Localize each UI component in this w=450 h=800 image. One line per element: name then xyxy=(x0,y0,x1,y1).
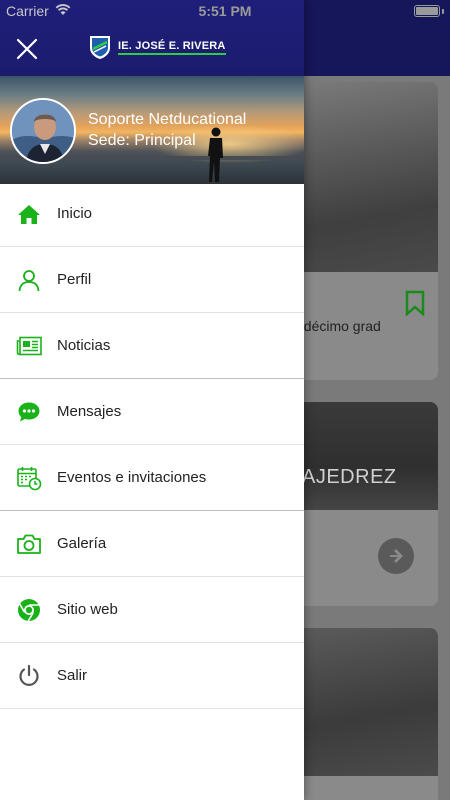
profile-name: Soporte Netducational xyxy=(88,111,247,128)
calendar-clock-icon xyxy=(16,465,42,491)
status-time: 5:51 PM xyxy=(198,3,252,19)
home-icon xyxy=(16,201,42,227)
menu-item-eventos[interactable]: Eventos e invitaciones xyxy=(0,445,304,511)
camera-icon xyxy=(16,531,42,557)
user-icon xyxy=(16,267,42,293)
menu-item-inicio[interactable]: Inicio xyxy=(0,181,304,247)
battery-tip xyxy=(442,9,444,14)
menu-item-galeria[interactable]: Galería xyxy=(0,511,304,577)
menu-item-label: Sitio web xyxy=(57,601,118,618)
bookmark-icon[interactable] xyxy=(404,290,426,316)
battery-icon xyxy=(414,5,440,17)
menu-item-label: Galería xyxy=(57,535,107,552)
school-shield-icon xyxy=(90,36,110,59)
news-card-title: AJEDREZ xyxy=(302,466,397,488)
close-icon xyxy=(16,38,38,60)
avatar-image xyxy=(12,100,74,162)
drawer-menu: Inicio Perfil Noticias Mensajes Eventos xyxy=(0,181,304,709)
arrow-right-icon[interactable] xyxy=(378,538,414,574)
status-bar: Carrier 5:51 PM xyxy=(0,0,450,22)
news-card-title: ndécimo grad xyxy=(296,318,381,334)
menu-item-label: Inicio xyxy=(57,205,93,222)
menu-item-label: Perfil xyxy=(57,271,92,288)
menu-item-sitio-web[interactable]: Sitio web xyxy=(0,577,304,643)
menu-item-label: Eventos e invitaciones xyxy=(57,469,207,486)
school-logo: IE. JOSÉ E. RIVERA xyxy=(88,34,226,60)
person-silhouette-image xyxy=(208,127,223,182)
menu-item-salir[interactable]: Salir xyxy=(0,643,304,709)
chat-icon xyxy=(16,399,42,425)
profile-sede: Sede: Principal xyxy=(88,132,196,149)
menu-item-mensajes[interactable]: Mensajes xyxy=(0,379,304,445)
profile-banner[interactable]: Soporte Netducational Sede: Principal xyxy=(0,76,304,184)
menu-item-noticias[interactable]: Noticias xyxy=(0,313,304,379)
power-icon xyxy=(16,663,42,689)
avatar[interactable] xyxy=(10,98,76,164)
menu-item-label: Noticias xyxy=(57,337,111,354)
menu-item-label: Mensajes xyxy=(57,403,122,420)
navigation-drawer: IE. JOSÉ E. RIVERA Soporte Netducational… xyxy=(0,0,304,800)
close-button[interactable] xyxy=(14,36,40,62)
browser-icon xyxy=(16,597,42,623)
menu-item-perfil[interactable]: Perfil xyxy=(0,247,304,313)
school-name: IE. JOSÉ E. RIVERA xyxy=(118,40,226,55)
menu-item-label: Salir xyxy=(57,667,88,684)
newspaper-icon xyxy=(16,333,42,359)
